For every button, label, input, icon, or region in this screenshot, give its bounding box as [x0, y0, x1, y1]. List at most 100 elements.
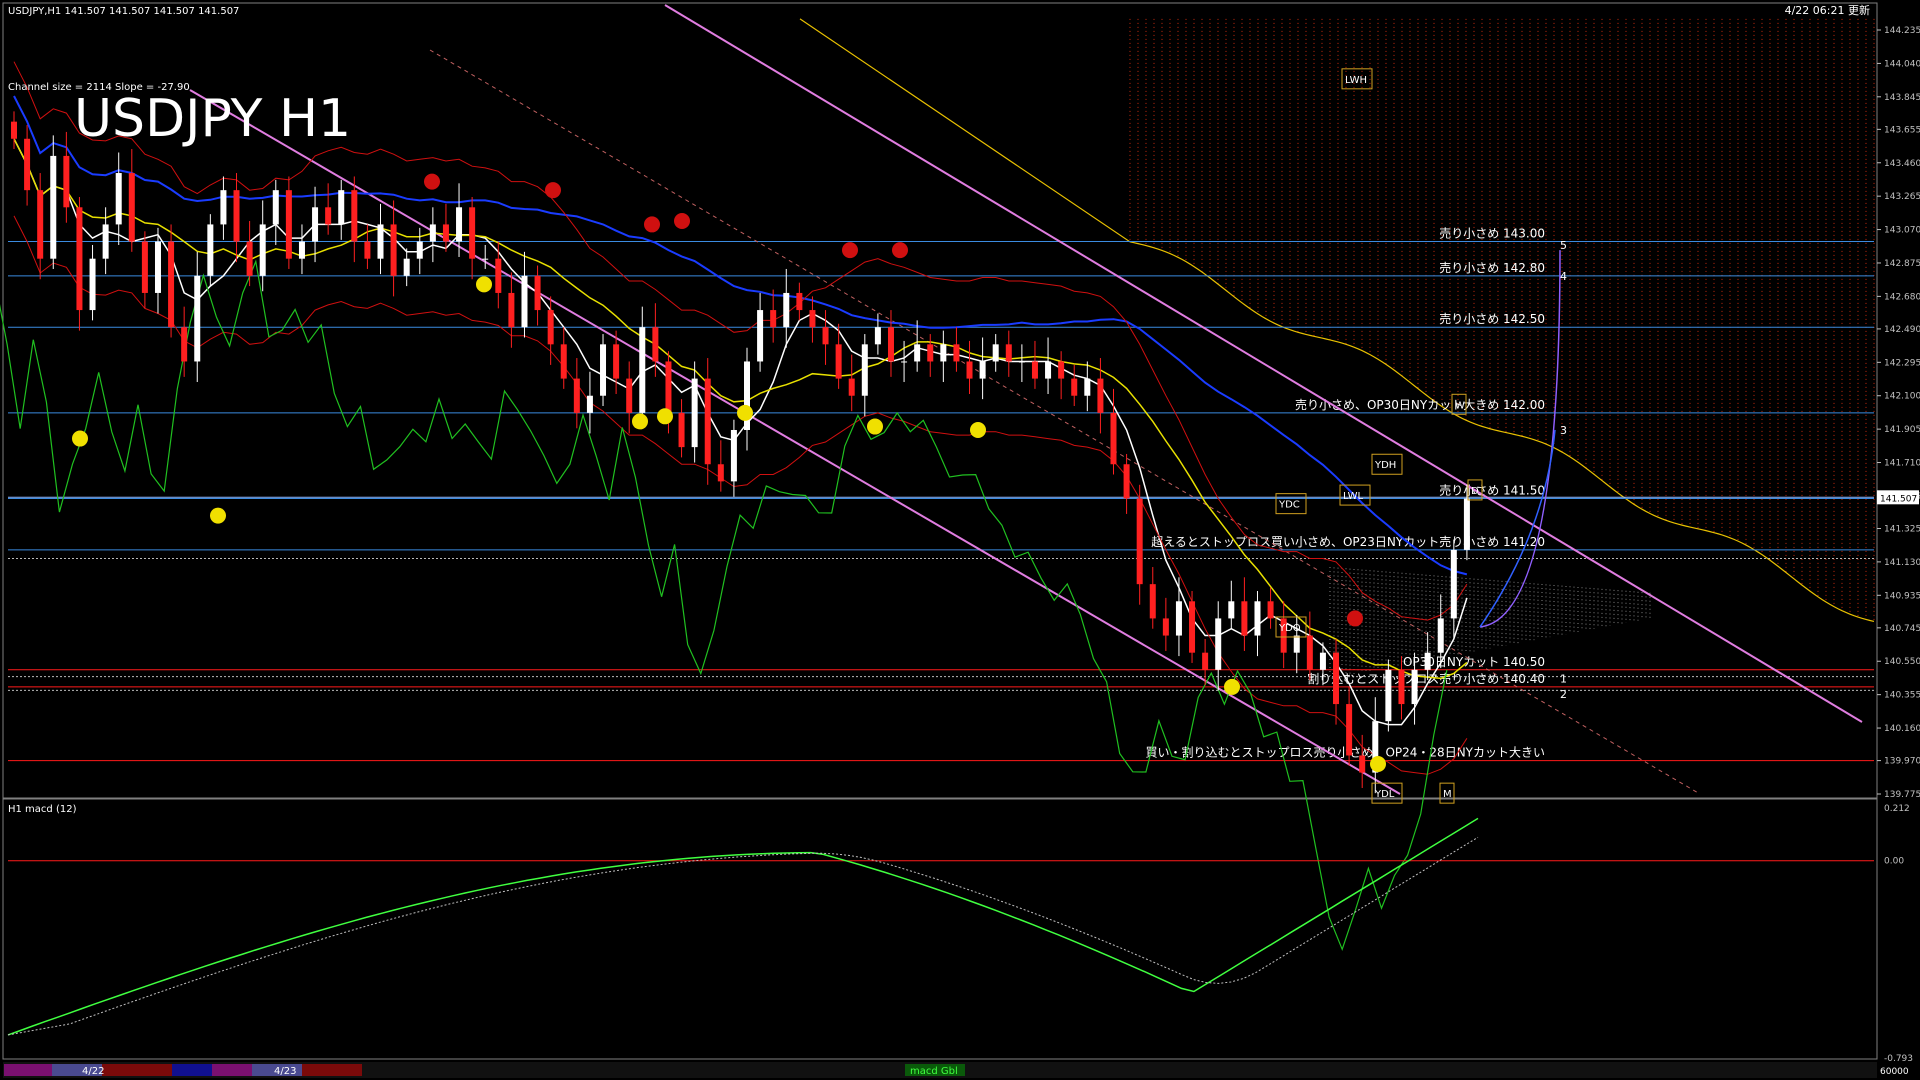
candle-body — [979, 361, 986, 379]
candle-body — [600, 344, 607, 396]
candle-body — [796, 292, 803, 311]
pivot-box-label: YDC — [1278, 500, 1300, 511]
candle-body — [1437, 618, 1444, 653]
candle-body — [848, 378, 855, 396]
price-tick-label: 142.295 — [1884, 358, 1920, 368]
candle-body — [469, 207, 476, 259]
candle-body — [835, 344, 842, 379]
candle-body — [613, 344, 620, 379]
buy-signal-mark — [737, 404, 753, 421]
timestamp: 4/22 06:21 更新 — [1785, 3, 1870, 17]
macd-tick-label: -0.793 — [1884, 1054, 1913, 1064]
date-label-1: 4/22 — [82, 1066, 104, 1077]
candle-body — [914, 344, 921, 362]
candle-body — [1254, 601, 1261, 636]
candle-body — [128, 173, 135, 242]
candle-body — [927, 344, 934, 362]
candle-body — [652, 327, 659, 362]
candle-body — [390, 224, 397, 276]
candle-body — [11, 121, 17, 139]
sell-signal-mark — [892, 242, 908, 259]
candle-body — [351, 190, 358, 242]
candle-body — [37, 190, 44, 259]
price-tick-label: 142.875 — [1884, 259, 1920, 269]
candle-body — [1058, 361, 1065, 379]
trading-chart[interactable]: 売り小さめ 143.00 売り小さめ 142.80 売り小さめ 142.50 売り小さ… — [0, 0, 1920, 1080]
candle-body — [63, 155, 70, 208]
price-tick-label: 141.130 — [1884, 558, 1920, 568]
projection-label: 3 — [1560, 424, 1567, 437]
candle-body — [312, 207, 319, 242]
candle-body — [665, 361, 672, 413]
buy-signal-mark — [210, 507, 226, 524]
candle-body — [1162, 618, 1169, 636]
candle-body — [102, 224, 109, 259]
candle-body — [717, 464, 724, 482]
candle-body — [1084, 378, 1091, 396]
date-label-2: 4/23 — [274, 1066, 296, 1077]
sell-signal-mark — [842, 242, 858, 259]
candle-body — [364, 241, 371, 259]
candle-body — [508, 292, 515, 328]
price-tick-label: 140.935 — [1884, 591, 1920, 601]
price-tick-label: 142.100 — [1884, 392, 1920, 402]
price-tick-label: 140.355 — [1884, 691, 1920, 701]
price-tick-label: 143.845 — [1884, 93, 1920, 103]
price-tick-label: 140.550 — [1884, 657, 1920, 667]
candle-body — [1097, 378, 1104, 413]
candle-body — [89, 258, 96, 311]
price-tick-label: 143.460 — [1884, 159, 1920, 169]
candle-body — [586, 395, 593, 413]
candle-body — [1071, 378, 1078, 396]
pivot-box-label: YDL — [1374, 789, 1395, 800]
candle-body — [220, 190, 227, 225]
candle-body — [403, 258, 410, 276]
sell-signal-mark — [674, 213, 690, 229]
candle-body — [1411, 669, 1418, 705]
candle-body — [207, 224, 214, 276]
candle-body — [181, 327, 188, 362]
candle-body — [966, 361, 973, 379]
projection-label: 1 — [1560, 672, 1567, 685]
candle-body — [678, 412, 685, 448]
candle-body — [194, 275, 201, 362]
candle-body — [1267, 601, 1274, 619]
candle-body — [1306, 635, 1313, 670]
buy-signal-mark — [476, 276, 492, 293]
macd-tick-label: 0.212 — [1884, 804, 1910, 814]
candle-body — [887, 327, 894, 362]
macd-tick-label: 0.00 — [1884, 857, 1904, 867]
candle-body — [233, 190, 240, 242]
candle-body — [285, 190, 292, 259]
candle-body — [1359, 755, 1366, 773]
buy-signal-mark — [72, 430, 88, 447]
candle-body — [1123, 464, 1130, 499]
candle-body — [1215, 618, 1222, 670]
price-tick-label: 143.655 — [1884, 125, 1920, 135]
projection-label: 4 — [1560, 270, 1567, 283]
price-tick-label: 139.775 — [1884, 790, 1920, 800]
pivot-box-label: LWL — [1343, 491, 1364, 502]
candle-body — [272, 190, 279, 225]
candle-body — [953, 344, 960, 362]
candle-body — [1005, 344, 1012, 362]
candle-body — [442, 224, 449, 242]
candle-body — [1450, 549, 1457, 619]
candle-body — [822, 327, 829, 345]
candle-body — [325, 207, 332, 225]
candle-body — [534, 275, 541, 311]
candle-body — [691, 378, 698, 448]
candle-body — [429, 224, 436, 242]
pivot-box-label: D — [1471, 486, 1479, 497]
candle-body — [24, 138, 31, 191]
sell-signal-mark — [424, 173, 440, 190]
candle-body — [861, 344, 868, 396]
price-level-label: 売り小さめ 143.00 — [1439, 226, 1545, 241]
candle-body — [298, 241, 305, 259]
candle-body — [1136, 498, 1143, 585]
bottom-bar: 4/22 4/23 macd Gbl 60000 — [3, 1062, 1909, 1078]
candle-body — [770, 310, 777, 328]
buy-signal-mark — [970, 421, 986, 438]
candle-body — [940, 344, 947, 362]
buy-signal-mark — [657, 408, 673, 425]
